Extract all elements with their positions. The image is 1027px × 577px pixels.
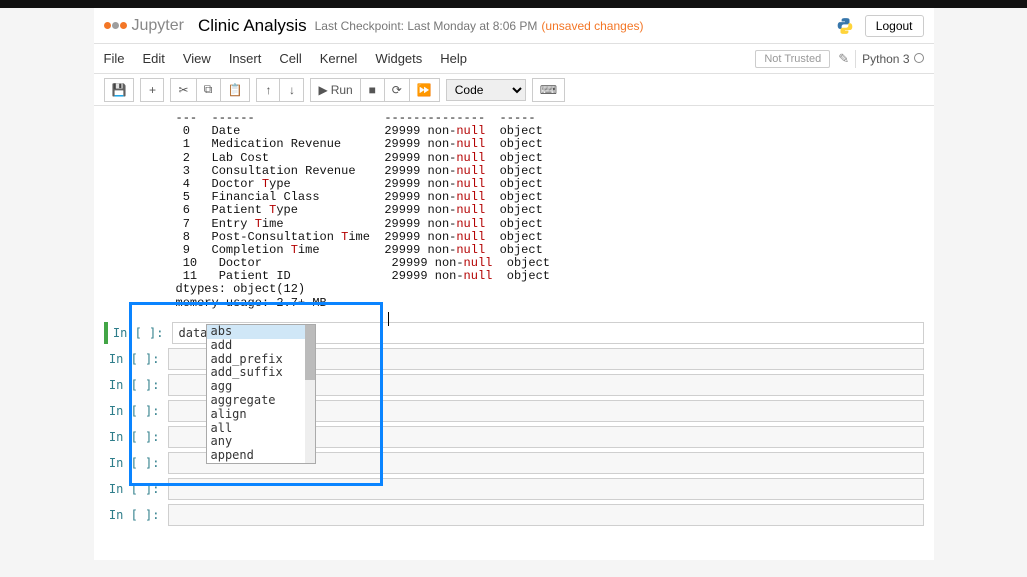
toolbar: 💾 + ✂ ⧉ 📋 ↑ ↓ ▶Run ■ ⟳ ⏩ Code ⌨ [94,74,934,106]
restart-button[interactable]: ⟳ [385,78,410,102]
stop-button[interactable]: ■ [361,78,385,102]
command-palette-button[interactable]: ⌨ [532,78,565,102]
copy-button[interactable]: ⧉ [197,78,221,102]
code-cell[interactable]: In [ ]: [104,478,924,500]
notebook-area: --- ------ -------------- ----- 0 Date 2… [94,106,934,560]
code-input[interactable] [168,478,924,500]
autocomplete-item[interactable]: any [207,435,305,449]
menu-file[interactable]: File [104,51,125,66]
logout-button[interactable]: Logout [865,15,924,37]
run-button[interactable]: ▶Run [310,78,360,102]
scrollbar-thumb[interactable] [305,325,315,380]
menu-insert[interactable]: Insert [229,51,262,66]
jupyter-logo[interactable]: Jupyter [104,17,184,35]
menu-edit[interactable]: Edit [142,51,164,66]
menu-help[interactable]: Help [440,51,467,66]
menu-kernel[interactable]: Kernel [320,51,358,66]
menubar: File Edit View Insert Cell Kernel Widget… [94,44,934,74]
add-cell-button[interactable]: + [140,78,164,102]
unsaved-changes: (unsaved changes) [541,19,643,33]
fastforward-button[interactable]: ⏩ [410,78,440,102]
autocomplete-item[interactable]: aggregate [207,394,305,408]
info-output: --- ------ -------------- ----- 0 Date 2… [176,112,934,310]
notebook-title[interactable]: Clinic Analysis [198,16,307,36]
app-container: Jupyter Clinic Analysis Last Checkpoint:… [94,8,934,560]
menu-cell[interactable]: Cell [279,51,301,66]
celltype-select[interactable]: Code [446,79,526,101]
autocomplete-item[interactable]: all [207,422,305,436]
paste-button[interactable]: 📋 [221,78,251,102]
menu-view[interactable]: View [183,51,211,66]
scrollbar[interactable] [305,325,315,463]
external-cursor-icon [388,312,389,326]
autocomplete-item[interactable]: append [207,449,305,463]
logo-circles-icon [104,22,128,29]
move-down-button[interactable]: ↓ [280,78,304,102]
autocomplete-item[interactable]: agg [207,380,305,394]
move-up-button[interactable]: ↑ [256,78,280,102]
logo-text: Jupyter [132,17,184,35]
autocomplete-item[interactable]: add [207,339,305,353]
prompt: In [ ]: [108,322,172,344]
autocomplete-item[interactable]: abs [207,325,305,339]
header: Jupyter Clinic Analysis Last Checkpoint:… [94,8,934,44]
autocomplete-popup[interactable]: absaddadd_prefixadd_suffixaggaggregateal… [206,324,316,464]
kernel-status-icon [914,53,924,63]
cut-button[interactable]: ✂ [170,78,196,102]
play-icon: ▶ [318,83,327,97]
save-button[interactable]: 💾 [104,78,135,102]
python-icon [835,16,855,36]
autocomplete-item[interactable]: align [207,408,305,422]
autocomplete-item[interactable]: add_prefix [207,353,305,367]
divider [855,50,856,68]
code-input[interactable] [168,504,924,526]
code-cell[interactable]: In [ ]: [104,504,924,526]
not-trusted-badge[interactable]: Not Trusted [755,50,830,68]
autocomplete-item[interactable]: add_suffix [207,366,305,380]
pencil-icon[interactable]: ✎ [838,51,849,67]
checkpoint-text: Last Checkpoint: Last Monday at 8:06 PM [315,19,538,33]
menu-widgets[interactable]: Widgets [375,51,422,66]
kernel-name[interactable]: Python 3 [862,52,923,66]
top-dark-bar [0,0,1027,8]
